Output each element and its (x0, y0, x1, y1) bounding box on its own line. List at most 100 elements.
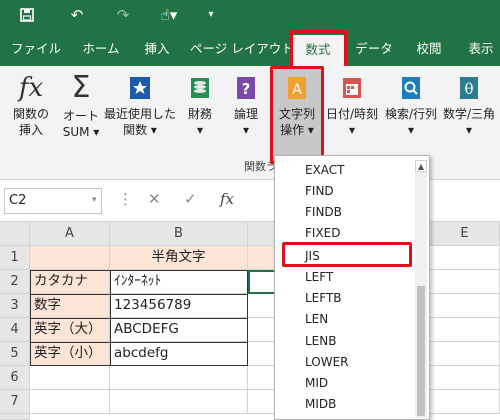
cell-e4[interactable] (430, 318, 500, 342)
insert-function-button[interactable]: fx 関数の 挿入 (4, 66, 58, 162)
financial-label-2: ▾ (196, 123, 204, 137)
cell-e5[interactable] (430, 342, 500, 366)
tab-home[interactable]: ホーム (78, 32, 124, 66)
financial-button[interactable]: 財務 ▾ (180, 66, 220, 162)
redo-icon[interactable]: ↷ (112, 4, 134, 26)
function-item-len[interactable]: LEN (305, 309, 328, 329)
function-item-find[interactable]: FIND (305, 181, 334, 201)
tab-data[interactable]: データ (354, 32, 394, 66)
row-header-2[interactable]: 2 (0, 270, 30, 294)
save-icon[interactable] (16, 4, 38, 28)
cell-b5[interactable]: abcdefg (110, 342, 248, 366)
column-header-b[interactable]: B (110, 222, 248, 246)
logical-label: 論理 (233, 107, 258, 121)
function-item-fixed[interactable]: FIXED (305, 223, 340, 243)
select-all-corner[interactable] (0, 222, 30, 246)
autosum-label-2: SUM ▾ (62, 125, 100, 139)
date-time-button[interactable]: 日付/時刻 ▾ (324, 66, 380, 162)
cell-e6[interactable] (430, 366, 500, 390)
fx-icon: fx (18, 73, 44, 103)
cell-b4[interactable]: ABCDEFG (110, 318, 248, 342)
recent-label-2: 関数 ▾ (123, 123, 157, 137)
svg-text:?: ? (242, 80, 251, 98)
cell-e2[interactable] (430, 270, 500, 294)
scrollbar-thumb[interactable] (417, 286, 425, 416)
column-header-a[interactable]: A (30, 222, 110, 246)
function-item-findb[interactable]: FINDB (305, 202, 342, 222)
tab-insert[interactable]: 挿入 (140, 32, 174, 66)
row-header-5[interactable]: 5 (0, 342, 30, 366)
ribbon-tabs: ファイル ホーム 挿入 ページ レイアウト 数式 データ 校閲 表示 (0, 32, 500, 66)
cell-e1[interactable] (430, 246, 500, 270)
lookup-button[interactable]: 検索/行列 ▾ (382, 66, 440, 162)
table-row-line-2 (30, 318, 248, 319)
function-item-lower[interactable]: LOWER (305, 352, 349, 372)
cancel-icon[interactable]: ✕ (148, 190, 161, 208)
function-item-midb[interactable]: MIDB (305, 394, 336, 414)
recent-functions-button[interactable]: 最近使用した 関数 ▾ (104, 66, 176, 162)
financial-label: 財務 (187, 107, 212, 121)
math-trig-button[interactable]: θ 数学/三角 ▾ (440, 66, 498, 162)
row-header-3[interactable]: 3 (0, 294, 30, 318)
recent-label: 最近使用した (104, 107, 177, 121)
row-header-7[interactable]: 7 (0, 390, 30, 414)
logical-label-2: ▾ (242, 123, 250, 137)
cell-b1[interactable]: 半角文字 (110, 246, 248, 270)
tab-review[interactable]: 校閲 (412, 32, 446, 66)
touch-mode-icon[interactable]: ☝▾ (156, 4, 182, 26)
function-item-mid[interactable]: MID (305, 373, 328, 393)
tab-view[interactable]: 表示 (462, 32, 500, 66)
lookup-label: 検索/行列 (384, 107, 438, 121)
logical-button[interactable]: ? 論理 ▾ (226, 66, 266, 162)
calendar-icon (338, 74, 366, 102)
cell-a4[interactable]: 英字（大） (30, 318, 110, 342)
customize-icon[interactable]: ▾ (204, 4, 218, 26)
jis-item-highlight (282, 242, 412, 267)
cell-a2[interactable]: カタカナ (30, 270, 110, 294)
column-header-e[interactable]: E (430, 222, 500, 246)
autosum-label: オート (62, 109, 99, 123)
title-bar: ↶ ↷ ☝▾ ▾ (0, 0, 500, 32)
math-trig-label-2: ▾ (465, 123, 473, 137)
enter-icon[interactable]: ✓ (184, 190, 197, 208)
cell-a6[interactable] (30, 366, 110, 390)
row-header-1[interactable]: 1 (0, 246, 30, 270)
function-item-left[interactable]: LEFT (305, 267, 333, 287)
cell-b7[interactable] (110, 390, 248, 414)
more-icon: ⋮ (118, 190, 133, 208)
tab-file[interactable]: ファイル (8, 32, 64, 66)
function-item-leftb[interactable]: LEFTB (305, 288, 342, 308)
text-functions-highlight (270, 66, 324, 164)
table-row-line-3 (30, 342, 248, 343)
name-box[interactable]: C2 (4, 188, 102, 214)
cell-e3[interactable] (430, 294, 500, 318)
cell-a3[interactable]: 数字 (30, 294, 110, 318)
row-header-8[interactable] (0, 414, 30, 420)
cell-b6[interactable] (110, 366, 248, 390)
math-trig-label: 数学/三角 (442, 107, 496, 121)
question-book-icon: ? (232, 74, 260, 102)
text-functions-dropdown: EXACT FIND FINDB FIXED JIS LEFT LEFTB LE… (274, 155, 430, 420)
insert-function-icon[interactable]: fx (220, 190, 234, 208)
cell-b3[interactable]: 123456789 (110, 294, 248, 318)
tab-page-layout[interactable]: ページ レイアウト (190, 32, 294, 66)
cell-a1[interactable] (30, 246, 110, 270)
scroll-up-arrow-icon[interactable]: ▲ (415, 160, 427, 172)
lookup-label-2: ▾ (407, 123, 415, 137)
name-box-dropdown-icon[interactable]: ▾ (92, 195, 97, 205)
sigma-icon: Σ (71, 70, 91, 105)
function-item-exact[interactable]: EXACT (305, 160, 345, 180)
svg-text:θ: θ (464, 80, 473, 98)
function-item-lenb[interactable]: LENB (305, 331, 336, 351)
insert-function-label-2: 挿入 (18, 123, 43, 137)
row-header-4[interactable]: 4 (0, 318, 30, 342)
undo-icon[interactable]: ↶ (66, 4, 88, 26)
cell-b2[interactable]: ｲﾝﾀｰﾈｯﾄ (110, 270, 248, 294)
row-header-6[interactable]: 6 (0, 366, 30, 390)
cell-a5[interactable]: 英字（小） (30, 342, 110, 366)
autosum-button[interactable]: Σ オート SUM ▾ (58, 66, 104, 162)
star-book-icon (126, 74, 154, 102)
cell-e7[interactable] (430, 390, 500, 414)
cell-a7[interactable] (30, 390, 110, 414)
financial-icon (186, 74, 214, 102)
